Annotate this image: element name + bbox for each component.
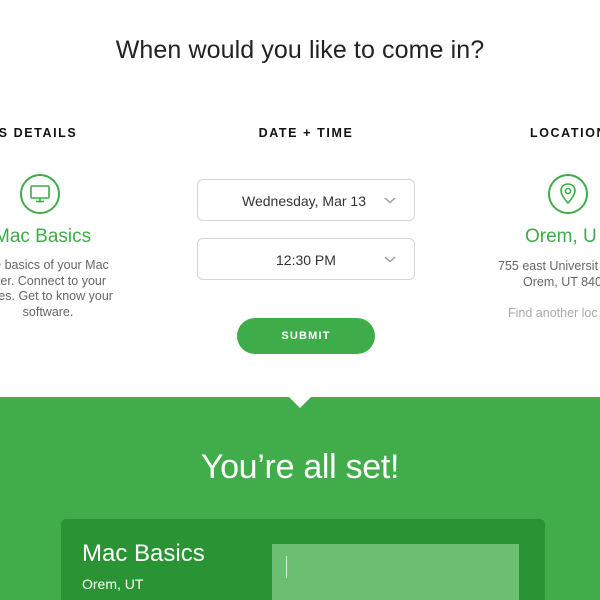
class-description-line: vices. Get to know your bbox=[0, 289, 113, 303]
chevron-down-icon bbox=[384, 197, 396, 204]
section-pointer bbox=[289, 397, 311, 408]
time-select[interactable]: 12:30 PM bbox=[197, 238, 415, 280]
location-name: Orem, U bbox=[525, 226, 597, 247]
find-another-location-link[interactable]: Find another loc bbox=[508, 306, 598, 320]
address-line-2: Orem, UT 840 bbox=[523, 275, 600, 289]
time-select-value: 12:30 PM bbox=[276, 252, 336, 268]
page-heading: When would you like to come in? bbox=[115, 36, 485, 64]
date-select[interactable]: Wednesday, Mar 13 bbox=[197, 179, 415, 221]
location-address: 755 east Universit Orem, UT 840 bbox=[498, 258, 600, 290]
date-time-title: DATE + TIME bbox=[258, 126, 354, 140]
text-caret bbox=[286, 556, 287, 578]
address-line-1: 755 east Universit bbox=[498, 259, 599, 273]
class-name: Mac Basics bbox=[0, 226, 92, 247]
class-description-line: uter. Connect to your bbox=[0, 273, 107, 288]
submit-button[interactable]: SUBMIT bbox=[237, 318, 375, 354]
monitor-icon bbox=[20, 174, 60, 214]
location-pin-icon bbox=[548, 174, 588, 214]
location-title: LOCATION bbox=[530, 126, 600, 140]
card-class-name: Mac Basics bbox=[82, 540, 205, 567]
date-select-value: Wednesday, Mar 13 bbox=[242, 193, 366, 209]
class-description-line: he basics of your Mac bbox=[0, 258, 109, 272]
class-description: he basics of your Mac uter. Connect to y… bbox=[0, 258, 158, 320]
confirmation-card: Mac Basics Orem, UT bbox=[61, 519, 545, 600]
card-text-input[interactable] bbox=[272, 544, 519, 600]
card-location: Orem, UT bbox=[82, 576, 144, 592]
class-description-line: software. bbox=[22, 304, 74, 319]
chevron-down-icon bbox=[384, 256, 396, 263]
confirmation-title: You’re all set! bbox=[200, 448, 400, 486]
